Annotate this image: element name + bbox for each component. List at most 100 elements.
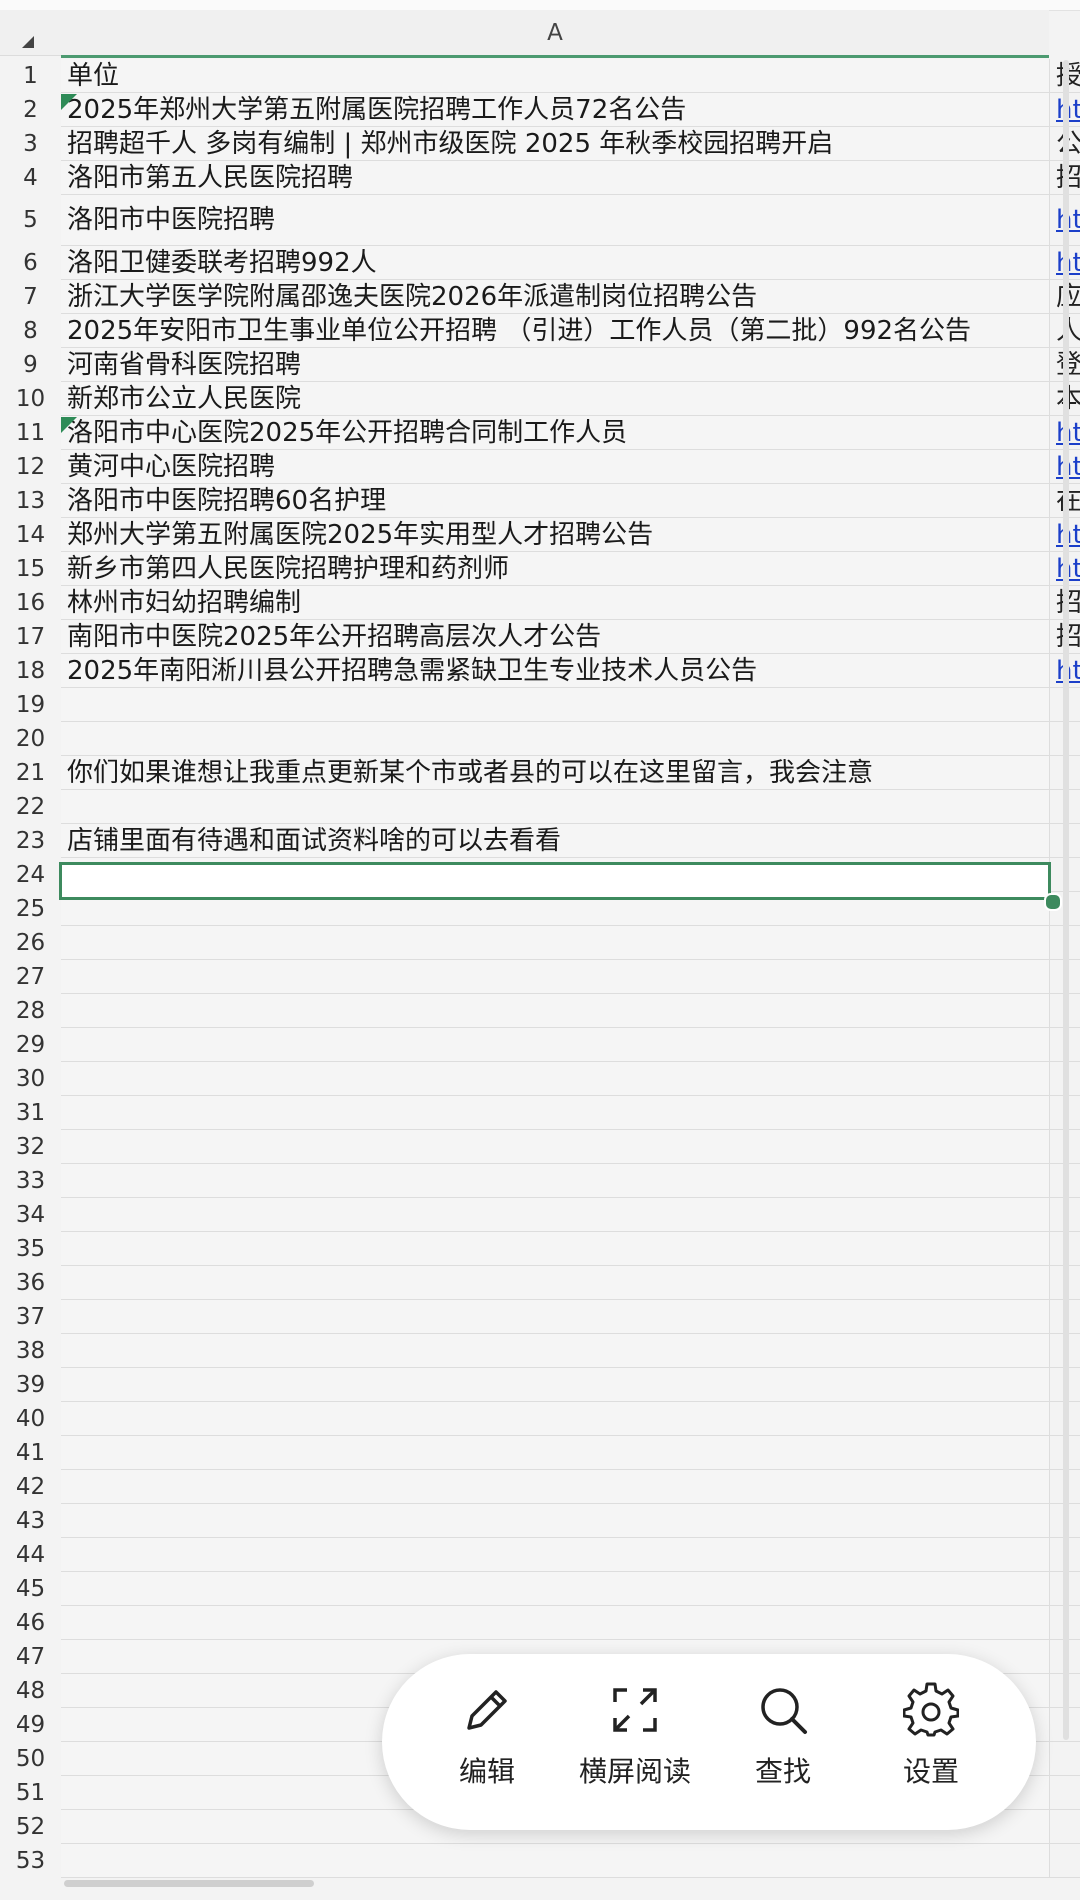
row-number[interactable]: 45 (0, 1572, 62, 1606)
cell-a4[interactable]: 洛阳市第五人民医院招聘 (61, 161, 1049, 195)
row-number[interactable]: 8 (0, 314, 62, 348)
row-number[interactable]: 25 (0, 892, 62, 926)
landscape-read-button[interactable]: 横屏阅读 (570, 1682, 700, 1802)
row-number[interactable]: 32 (0, 1130, 62, 1164)
row-number[interactable]: 41 (0, 1436, 62, 1470)
cell-a34[interactable] (61, 1198, 1049, 1232)
row-number[interactable]: 47 (0, 1640, 62, 1674)
row-number[interactable]: 12 (0, 450, 62, 484)
cell-a32[interactable] (61, 1130, 1049, 1164)
cell-a46[interactable] (61, 1606, 1049, 1640)
row-number[interactable]: 14 (0, 518, 62, 552)
row-number[interactable]: 28 (0, 994, 62, 1028)
cell-a13[interactable]: 洛阳市中医院招聘60名护理 (61, 484, 1049, 518)
cell-a20[interactable] (61, 722, 1049, 756)
row-number[interactable]: 30 (0, 1062, 62, 1096)
cell-a53[interactable] (61, 1844, 1049, 1878)
horizontal-scrollbar[interactable] (64, 1880, 314, 1887)
cell-b51[interactable] (1049, 1776, 1080, 1810)
row-number[interactable]: 53 (0, 1844, 62, 1878)
row-number[interactable]: 22 (0, 790, 62, 824)
row-number[interactable]: 10 (0, 382, 62, 416)
row-number[interactable]: 43 (0, 1504, 62, 1538)
select-all-corner[interactable] (0, 10, 62, 56)
row-number[interactable]: 19 (0, 688, 62, 722)
row-number[interactable]: 50 (0, 1742, 62, 1776)
row-number[interactable]: 20 (0, 722, 62, 756)
cell-a41[interactable] (61, 1436, 1049, 1470)
row-number[interactable]: 38 (0, 1334, 62, 1368)
row-number[interactable]: 26 (0, 926, 62, 960)
cell-a1[interactable]: 单位 (61, 59, 1049, 93)
cell-a31[interactable] (61, 1096, 1049, 1130)
row-number[interactable]: 24 (0, 858, 62, 892)
edit-button[interactable]: 编辑 (422, 1682, 552, 1802)
row-number[interactable]: 7 (0, 280, 62, 314)
cell-a43[interactable] (61, 1504, 1049, 1538)
cell-a40[interactable] (61, 1402, 1049, 1436)
cell-b53[interactable] (1049, 1844, 1080, 1878)
row-number[interactable]: 4 (0, 161, 62, 195)
row-number[interactable]: 1 (0, 59, 62, 93)
cell-a2[interactable]: 2025年郑州大学第五附属医院招聘工作人员72名公告 (61, 93, 1049, 127)
cell-a21[interactable]: 你们如果谁想让我重点更新某个市或者县的可以在这里留言，我会注意 (61, 756, 1049, 790)
row-number[interactable]: 23 (0, 824, 62, 858)
cell-a15[interactable]: 新乡市第四人民医院招聘护理和药剂师 (61, 552, 1049, 586)
cell-a22[interactable] (61, 790, 1049, 824)
cell-a10[interactable]: 新郑市公立人民医院 (61, 382, 1049, 416)
row-number[interactable]: 18 (0, 654, 62, 688)
row-number[interactable]: 40 (0, 1402, 62, 1436)
settings-button[interactable]: 设置 (866, 1682, 996, 1802)
cell-a12[interactable]: 黄河中心医院招聘 (61, 450, 1049, 484)
row-number[interactable]: 13 (0, 484, 62, 518)
cell-a28[interactable] (61, 994, 1049, 1028)
cell-a6[interactable]: 洛阳卫健委联考招聘992人 (61, 246, 1049, 280)
row-number[interactable]: 33 (0, 1164, 62, 1198)
cell-a33[interactable] (61, 1164, 1049, 1198)
selection-fill-handle[interactable] (1044, 893, 1062, 911)
row-number[interactable]: 36 (0, 1266, 62, 1300)
cell-a30[interactable] (61, 1062, 1049, 1096)
comment-indicator[interactable] (61, 417, 77, 433)
row-number[interactable]: 34 (0, 1198, 62, 1232)
row-number[interactable]: 51 (0, 1776, 62, 1810)
row-number[interactable]: 44 (0, 1538, 62, 1572)
row-number[interactable]: 5 (0, 195, 62, 246)
row-number[interactable]: 49 (0, 1708, 62, 1742)
row-number[interactable]: 2 (0, 93, 62, 127)
cell-a26[interactable] (61, 926, 1049, 960)
cell-a29[interactable] (61, 1028, 1049, 1062)
row-number[interactable]: 11 (0, 416, 62, 450)
row-number[interactable]: 17 (0, 620, 62, 654)
row-number[interactable]: 46 (0, 1606, 62, 1640)
row-number[interactable]: 3 (0, 127, 62, 161)
row-number[interactable]: 21 (0, 756, 62, 790)
row-number[interactable]: 15 (0, 552, 62, 586)
row-number[interactable]: 6 (0, 246, 62, 280)
cell-a39[interactable] (61, 1368, 1049, 1402)
row-number[interactable]: 39 (0, 1368, 62, 1402)
cell-a23[interactable]: 店铺里面有待遇和面试资料啥的可以去看看 (61, 824, 1049, 858)
cell-a44[interactable] (61, 1538, 1049, 1572)
cell-a35[interactable] (61, 1232, 1049, 1266)
cell-a17[interactable]: 南阳市中医院2025年公开招聘高层次人才公告 (61, 620, 1049, 654)
cell-a19[interactable] (61, 688, 1049, 722)
cell-b52[interactable] (1049, 1810, 1080, 1844)
cell-a14[interactable]: 郑州大学第五附属医院2025年实用型人才招聘公告 (61, 518, 1049, 552)
cell-a7[interactable]: 浙江大学医学院附属邵逸夫医院2026年派遣制岗位招聘公告 (61, 280, 1049, 314)
row-number[interactable]: 29 (0, 1028, 62, 1062)
cell-a42[interactable] (61, 1470, 1049, 1504)
cell-a18[interactable]: 2025年南阳淅川县公开招聘急需紧缺卫生专业技术人员公告 (61, 654, 1049, 688)
row-number[interactable]: 48 (0, 1674, 62, 1708)
cell-a9[interactable]: 河南省骨科医院招聘 (61, 348, 1049, 382)
row-number[interactable]: 35 (0, 1232, 62, 1266)
cell-a8[interactable]: 2025年安阳市卫生事业单位公开招聘 （引进）工作人员（第二批）992名公告 (61, 314, 1049, 348)
selected-cell-a24[interactable] (59, 862, 1051, 900)
comment-indicator[interactable] (61, 94, 77, 110)
cell-a36[interactable] (61, 1266, 1049, 1300)
column-header-a[interactable]: A (61, 10, 1049, 58)
row-number[interactable]: 31 (0, 1096, 62, 1130)
row-number[interactable]: 42 (0, 1470, 62, 1504)
cell-a37[interactable] (61, 1300, 1049, 1334)
vertical-scrollbar[interactable] (1063, 60, 1069, 1740)
